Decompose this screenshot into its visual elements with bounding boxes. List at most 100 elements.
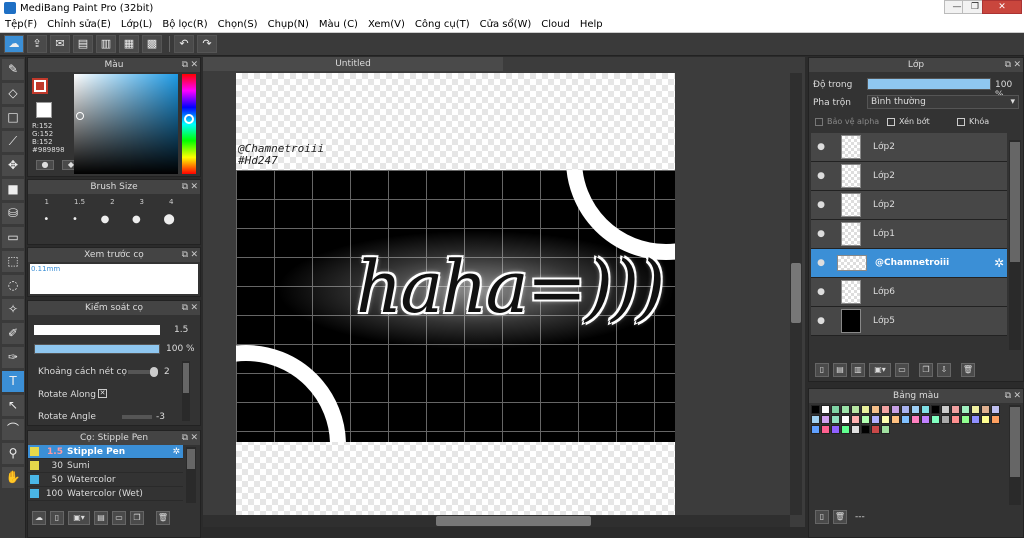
rotate-along-checkbox[interactable]: ✕ xyxy=(98,389,107,398)
visibility-icon[interactable]: ● xyxy=(815,287,827,297)
palette-swatch[interactable] xyxy=(881,425,890,434)
visibility-icon[interactable]: ● xyxy=(815,142,827,152)
brush-folder-icon[interactable]: ▭ xyxy=(112,511,126,525)
hand-tool-icon[interactable]: ✋ xyxy=(2,467,24,488)
visibility-icon[interactable]: ● xyxy=(815,229,827,239)
lock-checkbox[interactable] xyxy=(957,117,965,126)
palette-swatch[interactable] xyxy=(951,405,960,414)
palette-swatch[interactable] xyxy=(851,425,860,434)
palette-swatch[interactable] xyxy=(991,415,1000,424)
layer-row[interactable]: ● Lớp2 xyxy=(811,162,1007,191)
menu-layer[interactable]: Lớp(L) xyxy=(116,19,157,30)
palette-swatch[interactable] xyxy=(971,415,980,424)
color-picker-cursor[interactable] xyxy=(76,112,84,120)
select-eraser-tool-icon[interactable]: ✑ xyxy=(2,347,24,368)
lasso-tool-icon[interactable]: ◌ xyxy=(2,275,24,296)
brush-item-watercolor[interactable]: 50 Watercolor xyxy=(28,473,183,487)
panel-close-icon[interactable]: ✕ xyxy=(1013,58,1021,72)
new-halftone-layer-icon[interactable]: ▤ xyxy=(833,363,847,377)
fill-rect-tool-icon[interactable]: ■ xyxy=(2,179,24,200)
brush-dot-icon[interactable]: • xyxy=(43,214,49,225)
palette-swatch[interactable] xyxy=(971,405,980,414)
rotate-angle-slider[interactable] xyxy=(122,415,152,419)
palette-swatch[interactable] xyxy=(881,415,890,424)
brush-tool-icon[interactable]: ✎ xyxy=(2,59,24,80)
palette-swatch[interactable] xyxy=(861,415,870,424)
palette-swatch[interactable] xyxy=(881,405,890,414)
close-button[interactable]: ✕ xyxy=(982,0,1022,14)
new-1bit-layer-icon[interactable]: ▥ xyxy=(851,363,865,377)
gear-icon[interactable]: ✲ xyxy=(994,256,1004,270)
palette-swatch[interactable] xyxy=(921,405,930,414)
layer-row[interactable]: ● Lớp5 xyxy=(811,307,1007,336)
scrollbar-thumb[interactable] xyxy=(183,363,189,393)
scrollbar-thumb[interactable] xyxy=(187,449,195,469)
select-pen-tool-icon[interactable]: ✐ xyxy=(2,323,24,344)
menu-select[interactable]: Chọn(S) xyxy=(213,19,263,30)
palette-swatch[interactable] xyxy=(821,415,830,424)
bucket-tool-icon[interactable]: ⛁ xyxy=(2,203,24,224)
panel-close-icon[interactable]: ✕ xyxy=(190,180,198,194)
palette-swatch[interactable] xyxy=(891,415,900,424)
grid-icon[interactable]: ▩ xyxy=(142,35,162,53)
palette-swatch[interactable] xyxy=(921,415,930,424)
secondary-color-swatch[interactable] xyxy=(36,102,52,118)
menu-cloud[interactable]: Cloud xyxy=(536,19,575,30)
palette-swatch[interactable] xyxy=(901,405,910,414)
select-tool-icon[interactable]: ⬚ xyxy=(2,251,24,272)
protect-alpha-option[interactable]: Bảo vệ alpha xyxy=(815,117,879,126)
palette-swatch[interactable] xyxy=(831,405,840,414)
palette-swatch[interactable] xyxy=(871,425,880,434)
palette-swatch[interactable] xyxy=(901,415,910,424)
add-layer-dropdown-icon[interactable]: ▣▾ xyxy=(869,363,891,377)
scrollbar-thumb[interactable] xyxy=(436,516,591,526)
layer-row[interactable]: ● Lớp2 xyxy=(811,133,1007,162)
document-tab[interactable]: Untitled xyxy=(203,57,503,71)
layer-row[interactable]: ● Lớp2 xyxy=(811,191,1007,220)
palette-swatch[interactable] xyxy=(821,425,830,434)
brush-size-option[interactable]: 1 xyxy=(44,198,48,206)
redo-icon[interactable]: ↷ xyxy=(197,35,217,53)
visibility-icon[interactable]: ● xyxy=(815,200,827,210)
trash-icon[interactable]: 🗑 xyxy=(961,363,975,377)
panel-popout-icon[interactable]: ⧉ xyxy=(1005,58,1011,72)
canvas-horizontal-scrollbar[interactable] xyxy=(203,515,790,527)
divide-tool-icon[interactable]: ⌒ xyxy=(2,419,24,440)
palette-swatch[interactable] xyxy=(811,415,820,424)
brush-opacity-slider[interactable] xyxy=(34,344,160,354)
hue-slider-handle[interactable] xyxy=(184,114,194,124)
menu-snap[interactable]: Chụp(N) xyxy=(263,19,314,30)
new-layer-icon[interactable]: ▯ xyxy=(815,363,829,377)
primary-color-swatch[interactable] xyxy=(32,78,48,94)
palette-swatch[interactable] xyxy=(861,425,870,434)
add-brush-dropdown-icon[interactable]: ▣▾ xyxy=(68,511,90,525)
palette-swatch[interactable] xyxy=(841,425,850,434)
layer-row[interactable]: ● Lớp6 xyxy=(811,278,1007,307)
menu-tools[interactable]: Công cụ(T) xyxy=(410,19,475,30)
brush-control-scrollbar[interactable] xyxy=(182,361,190,421)
hue-slider[interactable] xyxy=(182,74,196,174)
comment-icon[interactable]: ✉ xyxy=(50,35,70,53)
palette-swatch[interactable] xyxy=(961,405,970,414)
page-icon[interactable]: ▤ xyxy=(73,35,93,53)
copy-brush-icon[interactable]: ❐ xyxy=(130,511,144,525)
palette-swatch[interactable] xyxy=(841,415,850,424)
add-color-icon[interactable]: ▯ xyxy=(815,510,829,524)
panel-popout-icon[interactable]: ⧉ xyxy=(182,431,188,445)
add-brush-cloud-icon[interactable]: ☁ xyxy=(32,511,46,525)
panel-popout-icon[interactable]: ⧉ xyxy=(1005,389,1011,403)
cloud-icon[interactable]: ☁ xyxy=(4,35,24,53)
move-tool-icon[interactable]: ✥ xyxy=(2,155,24,176)
layer-list-scrollbar[interactable] xyxy=(1009,140,1021,350)
brush-item-stipple-pen[interactable]: 1.5 Stipple Pen ✲ xyxy=(28,445,183,459)
brush-size-slider[interactable] xyxy=(34,325,160,335)
clipping-option[interactable]: Xén bớt xyxy=(887,117,930,126)
layer-row[interactable]: ● Lớp1 xyxy=(811,220,1007,249)
panel-close-icon[interactable]: ✕ xyxy=(1013,389,1021,403)
palette-swatch[interactable] xyxy=(811,425,820,434)
scrollbar-thumb[interactable] xyxy=(791,263,801,323)
duplicate-layer-icon[interactable]: ❐ xyxy=(919,363,933,377)
panel-popout-icon[interactable]: ⧉ xyxy=(182,180,188,194)
lock-option[interactable]: Khóa xyxy=(957,117,989,126)
protect-alpha-checkbox[interactable] xyxy=(815,117,823,126)
